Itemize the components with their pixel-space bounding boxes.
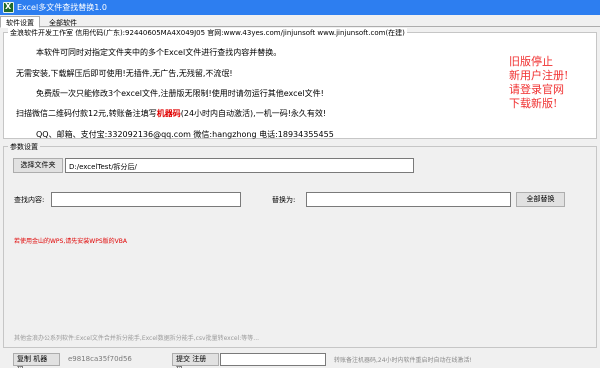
copy-machine-code-button[interactable]: 复制 机器码: bbox=[13, 353, 60, 368]
info-group-title: 金浪软件开发工作室 信用代码(广东):92440605MA4X049J05 官网… bbox=[8, 28, 407, 38]
notice-line-1: 旧版停止 bbox=[509, 55, 553, 68]
title-bar: Excel多文件查找替换1.0 bbox=[0, 0, 600, 15]
machine-code-highlight: 机器码 bbox=[156, 109, 181, 118]
upgrade-notice: 旧版停止 新用户注册! 请登录官网 下载新版! bbox=[509, 55, 589, 111]
contact-line: QQ、邮箱、支付宝:332092136@qq.com 微信:hangzhong … bbox=[36, 130, 334, 139]
params-group: 参数设置 选择文件夹 D:/excelTest/拆分后/ 查找内容: 替换为: … bbox=[3, 142, 597, 348]
wps-warning: 若使用金山的WPS,请先安装WPS版的VBA bbox=[14, 238, 127, 245]
tab-bar: 软件设置 全部软件 bbox=[0, 15, 600, 28]
find-input[interactable] bbox=[51, 192, 241, 207]
excel-app-icon bbox=[3, 2, 14, 13]
tab-all-software[interactable]: 全部软件 bbox=[43, 16, 83, 28]
replace-input[interactable] bbox=[306, 192, 511, 207]
replace-label: 替换为: bbox=[272, 196, 296, 204]
tab-settings[interactable]: 软件设置 bbox=[0, 16, 40, 28]
activation-hint: 转账备注机器码,24小时内软件重启时自动在线激活! bbox=[334, 357, 472, 364]
window-title: Excel多文件查找替换1.0 bbox=[17, 3, 107, 12]
register-code-input[interactable] bbox=[220, 353, 326, 366]
notice-line-2: 新用户注册! bbox=[509, 69, 569, 82]
status-bar: 复制 机器码: e9818ca35f70d56 提交 注册码: 转账备注机器码,… bbox=[0, 350, 600, 368]
machine-code-value: e9818ca35f70d56 bbox=[68, 355, 132, 363]
notice-line-3: 请登录官网 bbox=[509, 83, 564, 96]
choose-folder-button[interactable]: 选择文件夹 bbox=[13, 158, 63, 173]
notice-line-4: 下载新版! bbox=[509, 97, 558, 110]
info-line-1: 本软件可同时对指定文件夹中的多个Excel文件进行查找内容并替换。 bbox=[36, 48, 282, 57]
find-label: 查找内容: bbox=[14, 196, 45, 204]
info-line-2: 无需安装,下载解压后即可使用!无插件,无广告,无残留,不流氓! bbox=[16, 69, 233, 78]
activation-text: (24小时内自动激活),一机一码!永久有效! bbox=[180, 109, 327, 118]
submit-register-code-button[interactable]: 提交 注册码: bbox=[172, 353, 219, 368]
info-line-3: 免费版一次只能修改3个excel文件,注册版无限制!使用时请勿运行其他excel… bbox=[36, 89, 324, 98]
params-group-title: 参数设置 bbox=[8, 142, 40, 152]
folder-path-input[interactable]: D:/excelTest/拆分后/ bbox=[65, 158, 414, 173]
other-software-link[interactable]: 其他金浪办公系列软件:Excel文件合并拆分能手,Excel数据拆分能手,csv… bbox=[14, 333, 259, 342]
payment-text: 扫描微信二维码付款12元,转账备注填写 bbox=[16, 109, 157, 118]
replace-all-button[interactable]: 全部替换 bbox=[516, 192, 565, 207]
info-group: 金浪软件开发工作室 信用代码(广东):92440605MA4X049J05 官网… bbox=[3, 28, 597, 139]
info-line-4: 扫描微信二维码付款12元,转账备注填写机器码(24小时内自动激活),一机一码!永… bbox=[16, 108, 326, 119]
